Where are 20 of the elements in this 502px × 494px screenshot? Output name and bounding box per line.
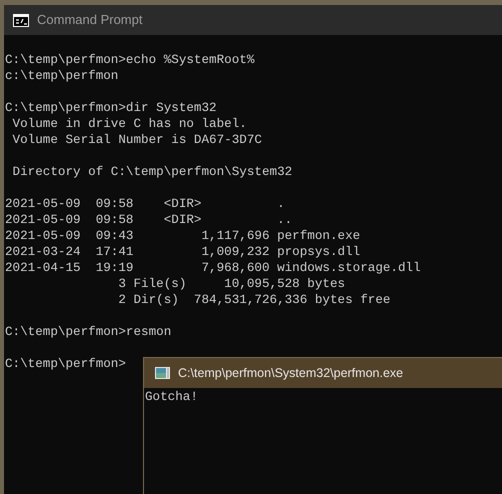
console-line: 2021-05-09 09:43 1,117,696 perfmon.exe xyxy=(5,228,360,244)
window-title: Command Prompt xyxy=(37,11,142,30)
console-line: C:\temp\perfmon>echo %SystemRoot% xyxy=(5,52,254,68)
console-line: Directory of C:\temp\perfmon\System32 xyxy=(12,164,292,180)
console-line: Gotcha! xyxy=(145,389,198,405)
console-line: 3 File(s) 10,095,528 bytes xyxy=(117,276,346,292)
console-line: C:\temp\perfmon>resmon xyxy=(5,324,172,340)
console-line: C:\temp\perfmon> xyxy=(5,356,126,372)
console-line: C:\temp\perfmon>dir System32 xyxy=(5,100,217,116)
console-line: Volume Serial Number is DA67-3D7C xyxy=(12,132,262,148)
console-line: Volume in drive C has no label. xyxy=(12,116,247,132)
console-line: c:\temp\perfmon xyxy=(5,68,118,84)
window-title: C:\temp\perfmon\System32\perfmon.exe xyxy=(178,364,404,382)
window-icon xyxy=(155,367,170,379)
console-line: 2021-03-24 17:41 1,009,232 propsys.dll xyxy=(5,244,360,260)
console-line: 2021-05-09 09:58 <DIR> . xyxy=(5,196,285,212)
console-line: 2021-04-15 19:19 7,968,600 windows.storage.dll xyxy=(5,260,421,276)
console-line: 2021-05-09 09:58 <DIR> .. xyxy=(5,212,292,228)
console-line: 2 Dir(s) 784,531,726,336 bytes free xyxy=(117,292,390,308)
console-icon xyxy=(13,14,29,26)
